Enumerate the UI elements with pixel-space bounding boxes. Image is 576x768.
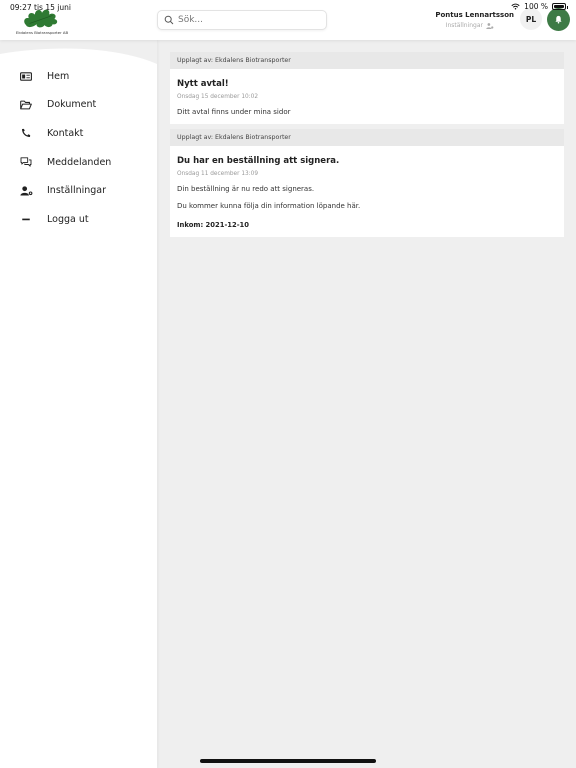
user-gear-icon	[486, 22, 494, 29]
battery-icon	[552, 3, 568, 10]
card-title: Nytt avtal!	[177, 79, 229, 89]
sidebar-item-installningar[interactable]: Inställningar	[0, 176, 157, 205]
sidebar-item-logga-ut[interactable]: Logga ut	[0, 205, 157, 234]
status-bar: 09:27 tis 15 juni 100 %	[0, 0, 576, 14]
sidebar-item-label: Meddelanden	[47, 156, 112, 168]
card-date: Onsdag 11 december 13:09	[177, 171, 259, 177]
user-gear-icon	[19, 184, 33, 198]
folder-open-icon	[19, 98, 33, 112]
user-settings-label: Inställningar	[445, 22, 483, 29]
search-input[interactable]	[178, 15, 318, 25]
card-title: Du har en beställning att signera.	[177, 156, 340, 166]
status-indicators: 100 %	[511, 2, 568, 11]
user-settings-link[interactable]: Inställningar	[446, 22, 494, 29]
sidebar-item-label: Kontakt	[47, 127, 84, 139]
sidebar: Hem Dokument Kontakt Meddelanden Inställ…	[0, 40, 157, 768]
status-date: tis 15 juni	[34, 3, 71, 12]
card-body: Nytt avtal! Onsdag 15 december 10:02 Dit…	[170, 69, 564, 124]
phone-icon	[19, 126, 33, 140]
card-received-date: Inkom: 2021-12-10	[177, 221, 250, 229]
home-indicator[interactable]	[200, 759, 376, 763]
news-feed: Upplagt av: Ekdalens Biotransporter Nytt…	[170, 52, 564, 242]
card-text: Ditt avtal finns under mina sidor	[177, 108, 291, 116]
sidebar-nav: Hem Dokument Kontakt Meddelanden Inställ…	[0, 62, 157, 234]
bell-icon	[555, 15, 562, 24]
sidebar-item-dokument[interactable]: Dokument	[0, 91, 157, 120]
sidebar-item-kontakt[interactable]: Kontakt	[0, 119, 157, 148]
chat-bubbles-icon	[19, 155, 33, 169]
wifi-icon	[511, 3, 520, 10]
card-text: Din beställning är nu redo att signeras.	[177, 185, 315, 193]
card-body: Du har en beställning att signera. Onsda…	[170, 146, 564, 237]
status-time: 09:27	[10, 3, 32, 12]
card-date: Onsdag 15 december 10:02	[177, 94, 259, 100]
home-card-icon	[19, 69, 33, 83]
feed-card[interactable]: Upplagt av: Ekdalens Biotransporter Nytt…	[170, 52, 564, 124]
card-meta: Upplagt av: Ekdalens Biotransporter	[170, 52, 564, 69]
minus-icon	[19, 212, 33, 226]
battery-percent: 100 %	[524, 2, 548, 11]
sidebar-item-label: Dokument	[47, 99, 97, 111]
card-meta: Upplagt av: Ekdalens Biotransporter	[170, 129, 564, 146]
sidebar-item-label: Hem	[47, 70, 70, 82]
sidebar-item-label: Inställningar	[47, 185, 107, 197]
sidebar-item-meddelanden[interactable]: Meddelanden	[0, 148, 157, 177]
search-icon	[164, 15, 174, 25]
sidebar-item-label: Logga ut	[47, 213, 89, 225]
feed-card[interactable]: Upplagt av: Ekdalens Biotransporter Du h…	[170, 129, 564, 237]
logo-text: Ekdalens Biotransporter AB	[15, 30, 69, 35]
card-text-secondary: Du kommer kunna följa din information lö…	[177, 202, 361, 210]
sidebar-item-hem[interactable]: Hem	[0, 62, 157, 91]
